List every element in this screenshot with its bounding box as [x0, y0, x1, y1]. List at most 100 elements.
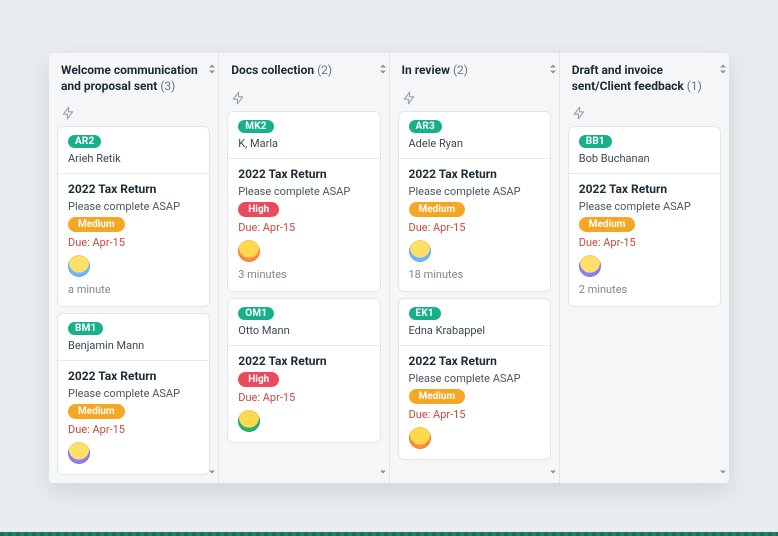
priority-badge: High [238, 202, 279, 217]
client-id-badge: EK1 [409, 307, 441, 320]
column-header[interactable]: In review (2) [390, 53, 559, 85]
column-scroll-up-icon[interactable] [208, 63, 216, 75]
due-date: Due: Apr-15 [409, 408, 540, 421]
task-card[interactable]: MK2 K, Marla 2022 Tax Return Please complet… [227, 111, 380, 292]
client-name: K, Marla [238, 137, 369, 150]
assignee-avatar[interactable] [409, 240, 431, 262]
column-scroll-down-icon[interactable] [208, 460, 216, 479]
kanban-board: Welcome communication and proposal sent … [49, 53, 729, 483]
due-date: Due: Apr-15 [238, 221, 369, 234]
column-scroll-down-icon[interactable] [549, 460, 557, 479]
column-scroll-down-icon[interactable] [379, 460, 387, 479]
task-card[interactable]: OM1 Otto Mann 2022 Tax Return High Due: Apr-… [227, 298, 380, 443]
priority-badge: Medium [409, 202, 466, 217]
client-name: Arieh Retik [68, 152, 199, 165]
assignee-avatar[interactable] [409, 427, 431, 449]
client-id-badge: AR3 [409, 120, 442, 133]
task-card[interactable]: BB1 Bob Buchanan 2022 Tax Return Please com… [568, 126, 721, 307]
column-title-text: Draft and invoice sent/Client feedback [572, 63, 684, 93]
task-card[interactable]: EK1 Edna Krabappel 2022 Tax Return Please c… [398, 298, 551, 460]
task-description: Please complete ASAP [409, 372, 540, 385]
task-description: Please complete ASAP [68, 200, 199, 213]
client-name: Edna Krabappel [409, 324, 540, 337]
task-title: 2022 Tax Return [238, 167, 369, 181]
kanban-column: In review (2) AR3 Adele Ryan 2022 Tax Retur… [390, 53, 560, 483]
column-title: In review (2) [402, 63, 547, 79]
client-id-badge: AR2 [68, 135, 101, 148]
kanban-column: Docs collection (2) MK2 K, Marla 2022 Tax R… [219, 53, 389, 483]
column-count: (3) [160, 79, 175, 93]
divider [399, 345, 550, 346]
task-card[interactable]: AR2 Arieh Retik 2022 Tax Return Please comp… [57, 126, 210, 307]
column-cards[interactable]: AR3 Adele Ryan 2022 Tax Return Please compl… [390, 107, 559, 483]
task-description: Please complete ASAP [409, 185, 540, 198]
assignee-avatar[interactable] [68, 255, 90, 277]
column-cards[interactable]: BB1 Bob Buchanan 2022 Tax Return Please com… [560, 122, 729, 483]
priority-badge: Medium [68, 404, 125, 419]
column-cards[interactable]: MK2 K, Marla 2022 Tax Return Please complet… [219, 107, 388, 483]
column-header[interactable]: Welcome communication and proposal sent … [49, 53, 218, 100]
task-title: 2022 Tax Return [409, 354, 540, 368]
column-title: Welcome communication and proposal sent … [61, 63, 206, 94]
assignee-avatar[interactable] [579, 255, 601, 277]
client-name: Benjamin Mann [68, 339, 199, 352]
divider [228, 345, 379, 346]
card-age-time: 2 minutes [579, 283, 710, 296]
column-header[interactable]: Docs collection (2) [219, 53, 388, 85]
footer-decorative-strip [0, 532, 778, 536]
client-id-badge: BB1 [579, 135, 612, 148]
due-date: Due: Apr-15 [68, 423, 199, 436]
column-title-text: Welcome communication and proposal sent [61, 63, 198, 93]
task-title: 2022 Tax Return [68, 182, 199, 196]
column-count: (2) [453, 63, 468, 77]
column-scroll-up-icon[interactable] [379, 63, 387, 75]
columns-container: Welcome communication and proposal sent … [49, 53, 729, 483]
divider [569, 173, 720, 174]
column-title: Draft and invoice sent/Client feedback (… [572, 63, 717, 94]
task-title: 2022 Tax Return [238, 354, 369, 368]
priority-badge: Medium [409, 389, 466, 404]
lightning-bolt-icon[interactable] [231, 91, 247, 107]
assignee-avatar[interactable] [238, 410, 260, 432]
client-id-badge: OM1 [238, 307, 274, 320]
assignee-avatar[interactable] [238, 240, 260, 262]
column-scroll-up-icon[interactable] [719, 63, 727, 75]
priority-badge: Medium [579, 217, 636, 232]
column-header[interactable]: Draft and invoice sent/Client feedback (… [560, 53, 729, 100]
task-description: Please complete ASAP [579, 200, 710, 213]
task-title: 2022 Tax Return [579, 182, 710, 196]
lightning-bolt-icon[interactable] [61, 106, 77, 122]
priority-badge: High [238, 372, 279, 387]
task-card[interactable]: BM1Benjamin Mann2022 Tax ReturnPlease co… [57, 313, 210, 475]
priority-badge: Medium [68, 217, 125, 232]
client-name: Otto Mann [238, 324, 369, 337]
divider [58, 173, 209, 174]
column-title: Docs collection (2) [231, 63, 376, 79]
card-age-time: a minute [68, 283, 199, 296]
due-date: Due: Apr-15 [238, 391, 369, 404]
divider [399, 158, 550, 159]
client-id-badge: BM1 [68, 322, 103, 335]
column-cards[interactable]: AR2 Arieh Retik 2022 Tax Return Please comp… [49, 122, 218, 483]
assignee-avatar[interactable] [68, 442, 90, 464]
due-date: Due: Apr-15 [68, 236, 199, 249]
column-scroll-down-icon[interactable] [719, 460, 727, 479]
task-description: Please complete ASAP [68, 387, 199, 400]
card-age-time: 3 minutes [238, 268, 369, 281]
column-count: (2) [317, 63, 332, 77]
lightning-bolt-icon[interactable] [402, 91, 418, 107]
column-count: (1) [687, 79, 702, 93]
task-card[interactable]: AR3 Adele Ryan 2022 Tax Return Please compl… [398, 111, 551, 292]
column-scroll-up-icon[interactable] [549, 63, 557, 75]
task-title: 2022 Tax Return [409, 167, 540, 181]
lightning-bolt-icon[interactable] [572, 106, 588, 122]
column-title-text: Docs collection [231, 63, 314, 77]
task-description: Please complete ASAP [238, 185, 369, 198]
kanban-column: Welcome communication and proposal sent … [49, 53, 219, 483]
client-name: Bob Buchanan [579, 152, 710, 165]
due-date: Due: Apr-15 [409, 221, 540, 234]
card-age-time: 18 minutes [409, 268, 540, 281]
client-name: Adele Ryan [409, 137, 540, 150]
divider [58, 360, 209, 361]
client-id-badge: MK2 [238, 120, 273, 133]
